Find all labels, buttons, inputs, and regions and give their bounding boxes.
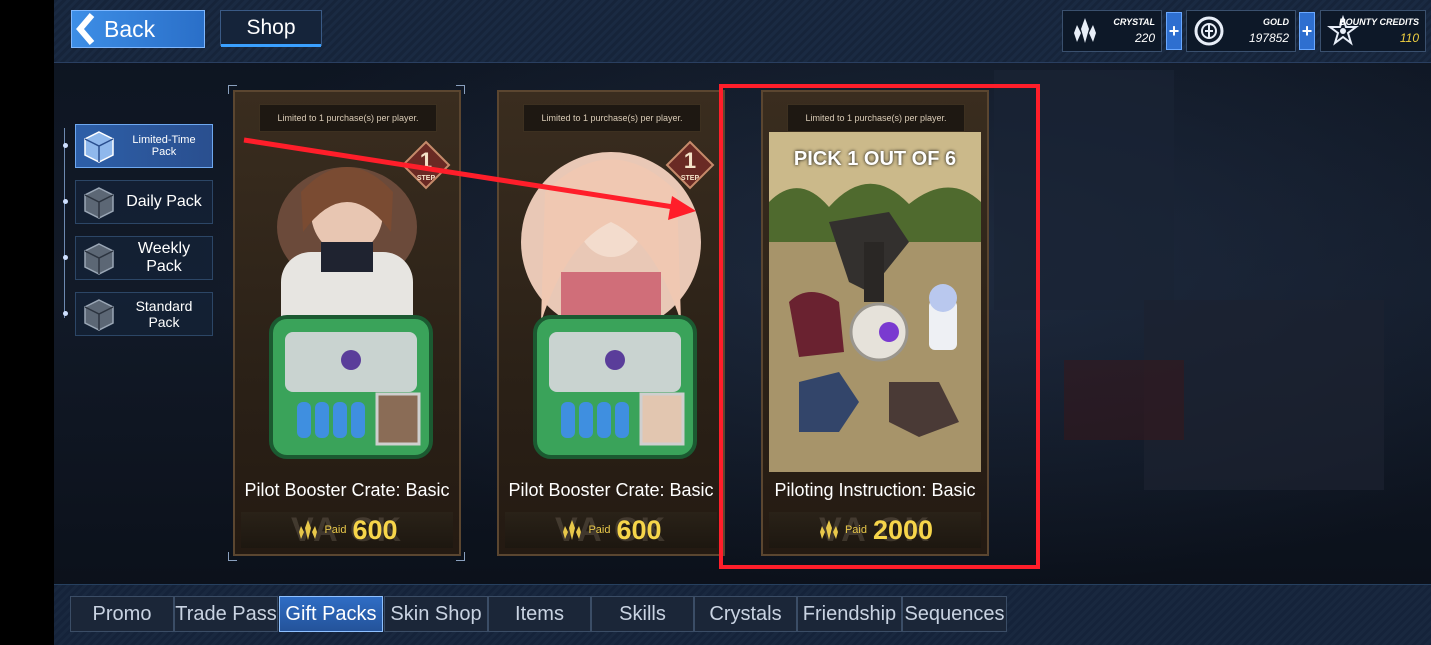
tab-sequences[interactable]: Sequences	[902, 596, 1007, 632]
tab-items[interactable]: Items	[488, 596, 591, 632]
tab-crystals[interactable]: Crystals	[694, 596, 797, 632]
tab-friendship[interactable]: Friendship	[797, 596, 902, 632]
tab-promo[interactable]: Promo	[70, 596, 174, 632]
tab-gift-packs[interactable]: Gift Packs	[279, 596, 383, 632]
tab-trade-pass[interactable]: Trade Pass	[174, 596, 278, 632]
tab-skills[interactable]: Skills	[591, 596, 694, 632]
tab-skin-shop[interactable]: Skin Shop	[384, 596, 488, 632]
annotation-arrow	[243, 137, 696, 220]
